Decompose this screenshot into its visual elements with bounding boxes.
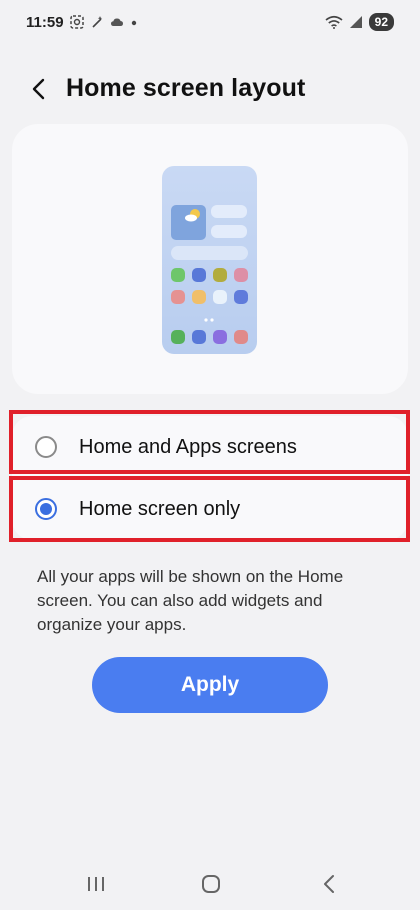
option-home-and-apps-screens[interactable]: Home and Apps screens [12,416,408,478]
option-label: Home and Apps screens [79,435,297,458]
layout-description: All your apps will be shown on the Home … [37,567,344,634]
signal-icon [349,16,362,28]
chevron-left-icon [32,78,45,100]
status-time: 11:59 [26,13,64,31]
status-bar: 11:59 92 [0,0,420,44]
recents-icon[interactable] [86,874,106,894]
option-home-screen-only[interactable]: Home screen only [12,478,408,540]
battery-icon: 92 [368,13,394,31]
option-label: Home screen only [79,497,241,520]
magic-wand-icon [91,16,102,28]
dot-icon [131,20,136,26]
cloud-icon [110,18,123,26]
status-right: 92 [325,13,394,31]
status-left: 11:59 [26,14,138,31]
header: Home screen layout [0,66,420,112]
back-button[interactable] [24,74,54,104]
screenshot-icon [69,15,84,29]
back-icon[interactable] [321,874,337,894]
radio-home-and-apps-screens[interactable] [35,436,57,458]
navigation-bar [0,858,420,910]
home-icon[interactable] [201,874,221,894]
layout-preview-card [12,124,408,394]
phone-preview-illustration [162,166,257,354]
page-title: Home screen layout [66,74,306,102]
home-screen-illustration [171,205,248,344]
radio-home-screen-only[interactable] [35,498,57,520]
wifi-icon [325,15,343,29]
layout-options: Home and Apps screens Home screen only [12,416,408,540]
apply-button[interactable]: Apply [92,657,328,713]
